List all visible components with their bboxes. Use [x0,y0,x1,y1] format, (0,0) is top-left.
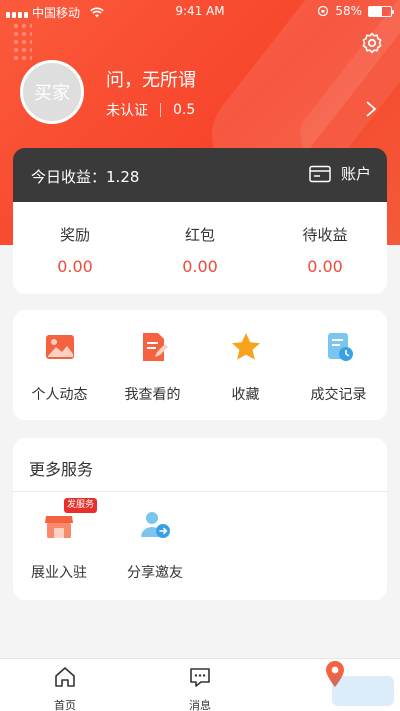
today-earnings-label: 今日收益： [31,168,107,186]
stat-pending-income[interactable]: 待收益 0.00 [263,224,387,276]
decorative-dots [12,22,32,62]
quick-actions-card: 个人动态 我查看的 收藏 成交记录 [13,310,387,420]
more-services-title: 更多服务 [29,460,94,479]
tab-home[interactable]: 首页 [25,665,105,711]
earnings-bar: 今日收益：1.28 账户 [13,148,387,202]
orientation-lock-icon [318,5,329,17]
watermark [332,676,394,706]
quick-action-label: 个人动态 [31,387,88,403]
account-button[interactable]: 账户 [309,163,371,184]
stat-value: 0.00 [182,257,218,276]
stat-red-packet[interactable]: 红包 0.00 [138,224,262,276]
chevron-right-icon[interactable] [364,100,378,118]
user-share-icon [141,512,170,538]
status-bar: 中国移动 9:41 AM 58% [0,0,400,24]
picture-icon [45,335,74,359]
stat-label: 奖励 [59,226,90,244]
service-icon-wrap: 发服务 [42,498,98,542]
gear-icon[interactable] [360,31,384,55]
quick-action-transactions[interactable]: 成交记录 [292,330,385,404]
today-earnings: 今日收益：1.28 [31,166,139,187]
quick-action-favorites[interactable]: 收藏 [199,330,292,404]
user-score: 0.5 [173,102,196,118]
more-services-card: 更多服务 发服务 展业入驻 分享邀友 [13,438,387,600]
star-icon [231,333,260,360]
service-icon-wrap [138,508,172,542]
stat-reward[interactable]: 奖励 0.00 [13,224,137,276]
quick-action-viewed[interactable]: 我查看的 [106,330,199,404]
verification-status: 未认证 [106,103,148,119]
message-icon [190,668,210,687]
battery-level [369,6,382,16]
status-right: 58% [317,4,394,18]
shop-icon [45,516,73,538]
stat-value: 0.00 [57,257,93,276]
stat-label: 红包 [184,226,215,244]
avatar[interactable]: 买家 [20,60,84,124]
user-meta: 未认证 0.5 [106,100,195,120]
divider [160,103,161,117]
quick-action-label: 我查看的 [124,387,181,403]
quick-action-label: 成交记录 [310,387,367,403]
quick-action-label: 收藏 [231,387,260,403]
tab-messages[interactable]: 消息 [160,665,240,711]
stat-label: 待收益 [302,226,348,244]
quick-action-personal-feed[interactable]: 个人动态 [13,330,106,404]
divider [13,491,387,492]
service-label: 分享邀友 [127,565,183,581]
service-badge: 发服务 [64,498,98,513]
record-clock-icon [327,333,353,361]
account-label: 账户 [340,165,371,183]
today-earnings-value: 1.28 [106,168,140,186]
service-label: 展业入驻 [31,565,87,581]
tab-label: 首页 [54,699,76,711]
home-icon [55,667,75,687]
stat-value: 0.00 [307,257,343,276]
document-edit-icon [142,333,168,361]
wallet-icon [309,165,331,182]
avatar-text: 买家 [34,83,70,104]
tab-label: 消息 [189,699,211,711]
battery-icon [368,5,394,17]
battery-percent: 58% [335,4,362,18]
service-business-entry[interactable]: 发服务 展业入驻 [13,498,105,582]
stats-card: 奖励 0.00 红包 0.00 待收益 0.00 [13,202,387,294]
service-invite-friends[interactable]: 分享邀友 [109,508,201,582]
user-name: 问，无所谓 [106,70,196,91]
